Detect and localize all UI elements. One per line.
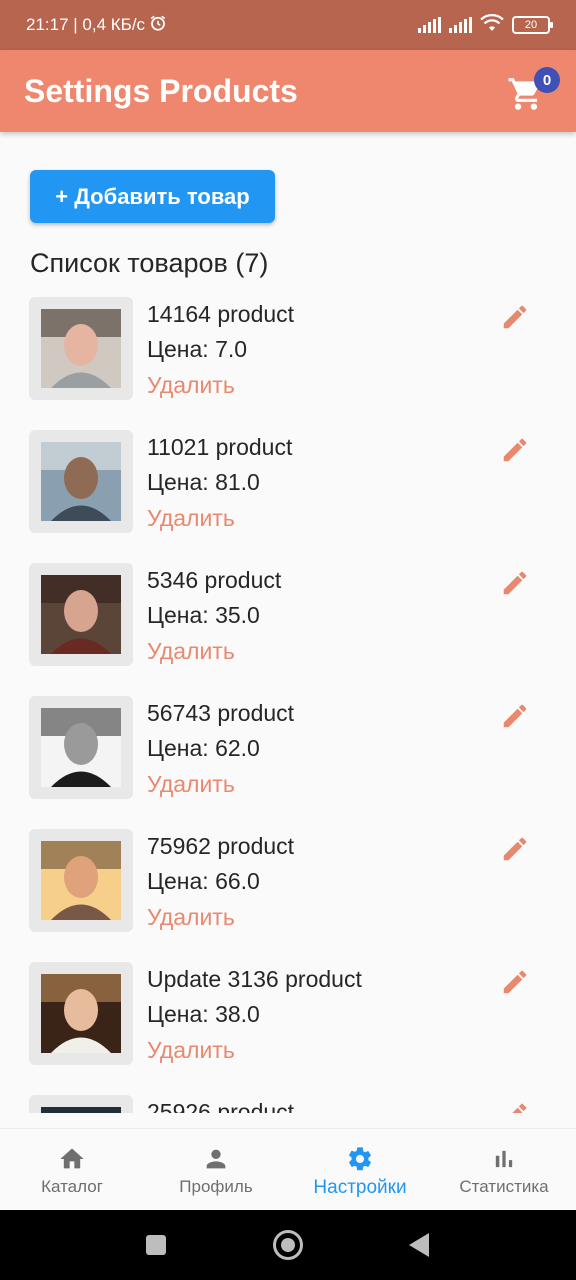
product-photo (41, 309, 121, 388)
nav-catalog-label: Каталог (41, 1177, 103, 1196)
edit-icon[interactable] (500, 302, 530, 332)
product-name: 11021 product (147, 434, 293, 460)
cart-button[interactable]: 0 (504, 67, 560, 115)
status-right: 20 (418, 13, 553, 37)
edit-icon[interactable] (500, 967, 530, 997)
product-thumbnail (29, 563, 133, 666)
edit-icon[interactable] (500, 568, 530, 598)
product-price: Цена: 35.0 (147, 602, 260, 628)
bottom-navigation: Каталог Профиль Настройки Статистика (0, 1128, 576, 1210)
system-navigation-bar (0, 1210, 576, 1280)
product-item: 75962 product Цена: 66.0 Удалить (0, 828, 576, 938)
product-thumbnail (29, 696, 133, 799)
edit-icon[interactable] (500, 435, 530, 465)
product-name: 25926 product (147, 1099, 295, 1113)
product-photo (41, 575, 121, 654)
product-item: 14164 product Цена: 7.0 Удалить (0, 296, 576, 406)
product-item: 56743 product Цена: 62.0 Удалить (0, 695, 576, 805)
product-name: 75962 product (147, 833, 295, 859)
nav-settings-label: Настройки (313, 1177, 407, 1198)
nav-profile[interactable]: Профиль (144, 1129, 288, 1210)
product-name: 5346 product (147, 567, 282, 593)
product-photo (41, 974, 121, 1053)
alarm-icon (149, 14, 167, 37)
edit-icon[interactable] (500, 701, 530, 731)
product-thumbnail (29, 829, 133, 932)
product-item: 5346 product Цена: 35.0 Удалить (0, 562, 576, 672)
status-bar: 21:17 | 0,4 КБ/с 20 (0, 0, 576, 50)
product-photo (41, 708, 121, 787)
product-price: Цена: 38.0 (147, 1001, 260, 1027)
product-thumbnail (29, 962, 133, 1065)
nav-catalog[interactable]: Каталог (0, 1129, 144, 1210)
product-thumbnail (29, 430, 133, 533)
delete-product-button[interactable]: Удалить (147, 904, 235, 931)
nav-statistics[interactable]: Статистика (432, 1129, 576, 1210)
delete-product-button[interactable]: Удалить (147, 1037, 235, 1064)
app-bar: Settings Products 0 (0, 50, 576, 132)
product-thumbnail (29, 297, 133, 400)
page-title: Settings Products (24, 72, 298, 109)
product-price: Цена: 66.0 (147, 868, 260, 894)
product-name: 56743 product (147, 700, 295, 726)
product-name: 14164 product (147, 301, 295, 327)
product-photo (41, 442, 121, 521)
product-item: 11021 product Цена: 81.0 Удалить (0, 429, 576, 539)
home-button[interactable] (273, 1230, 303, 1260)
status-left: 21:17 | 0,4 КБ/с (26, 14, 167, 37)
product-price: Цена: 7.0 (147, 336, 248, 362)
status-time-speed: 21:17 | 0,4 КБ/с (26, 15, 146, 34)
back-button[interactable] (409, 1233, 429, 1257)
edit-icon[interactable] (500, 834, 530, 864)
product-item: 25926 productЦена: 0.0Удалить (0, 1094, 576, 1113)
product-price: Цена: 81.0 (147, 469, 260, 495)
product-list-title: Список товаров (7) (30, 248, 269, 278)
gear-icon (349, 1147, 371, 1171)
delete-product-button[interactable]: Удалить (147, 372, 235, 399)
delete-product-button[interactable]: Удалить (147, 505, 235, 532)
delete-product-button[interactable]: Удалить (147, 771, 235, 798)
cart-count-badge: 0 (534, 67, 560, 93)
product-photo (41, 841, 121, 920)
products-content: + Добавить товар Список товаров (7) 1416… (0, 132, 576, 1113)
nav-profile-label: Профиль (179, 1177, 253, 1196)
bar-chart-icon (495, 1150, 513, 1168)
product-item: Update 3136 product Цена: 38.0 Удалить (0, 961, 576, 1071)
edit-icon[interactable] (500, 1100, 530, 1113)
wifi-icon (480, 13, 504, 37)
person-icon (206, 1149, 226, 1169)
product-photo (41, 1107, 121, 1113)
add-product-button[interactable]: + Добавить товар (30, 170, 275, 223)
battery-level: 20 (524, 19, 538, 31)
nav-statistics-label: Статистика (459, 1177, 549, 1196)
signal-icon (418, 17, 441, 33)
signal-icon-2 (449, 17, 472, 33)
battery-icon: 20 (512, 16, 553, 34)
home-icon (60, 1148, 84, 1169)
product-price: Цена: 62.0 (147, 735, 260, 761)
delete-product-button[interactable]: Удалить (147, 638, 235, 665)
nav-settings[interactable]: Настройки (288, 1129, 432, 1210)
product-thumbnail (29, 1095, 133, 1113)
product-name: Update 3136 product (147, 966, 362, 992)
recent-apps-button[interactable] (146, 1235, 166, 1255)
